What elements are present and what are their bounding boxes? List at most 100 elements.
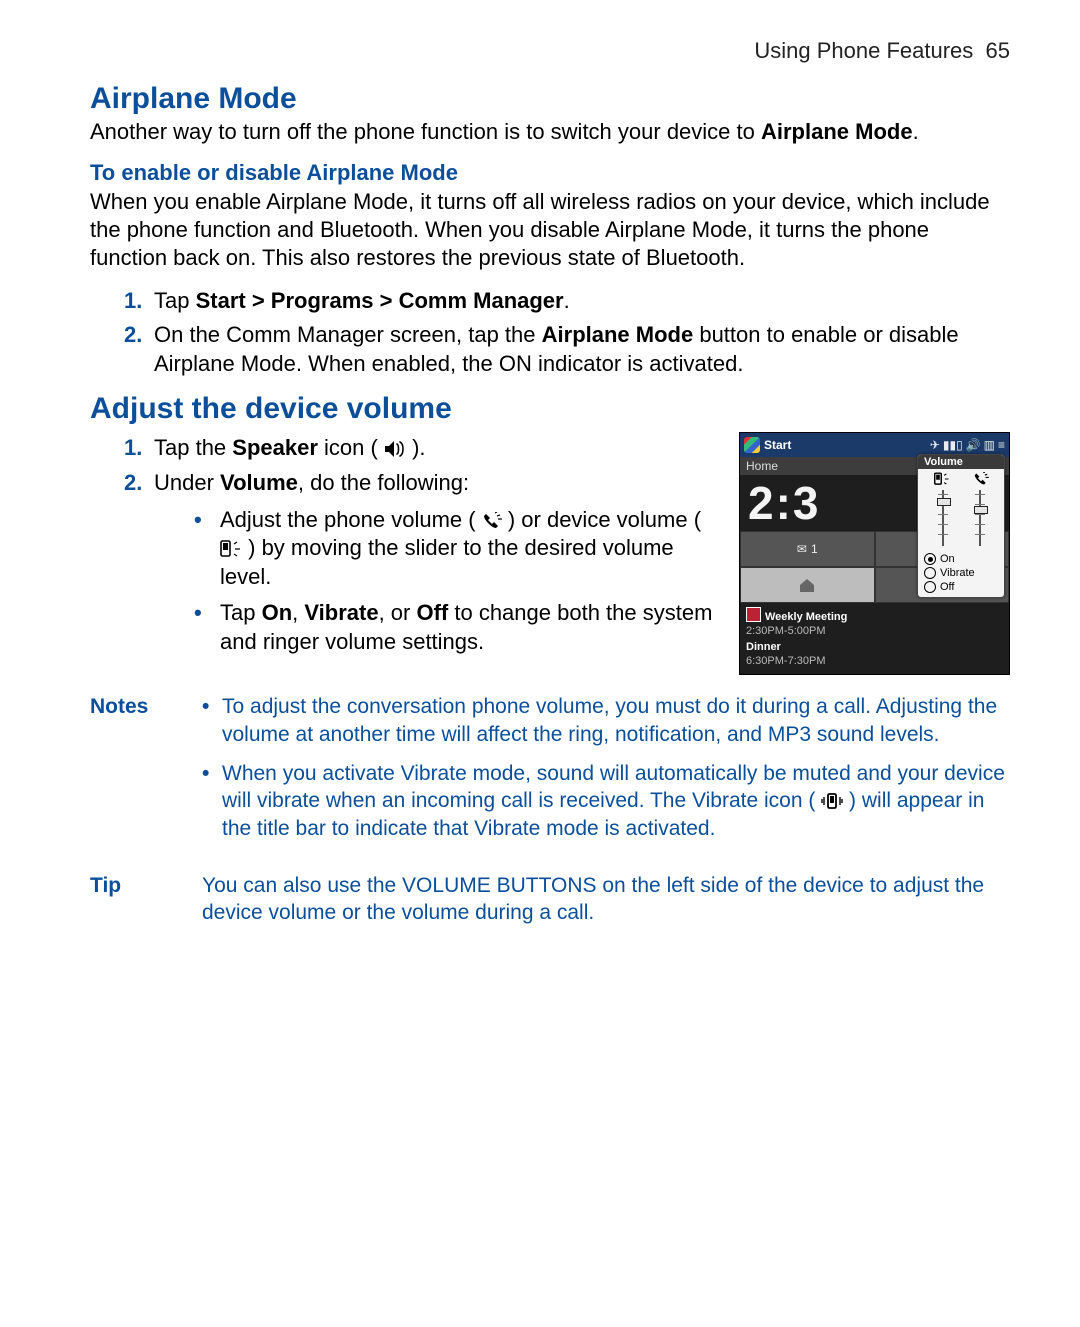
softkey-mail: ✉ 1 xyxy=(740,531,875,567)
popup-device-volume-icon xyxy=(934,472,950,486)
step: 2. On the Comm Manager screen, tap the A… xyxy=(124,321,1010,378)
text-bold: Airplane Mode xyxy=(542,322,694,347)
notes-content: To adjust the conversation phone volume,… xyxy=(202,693,1010,853)
text: , or xyxy=(379,600,417,625)
volume-two-column: 1. Tap the Speaker icon ( ). 2. Under Vo… xyxy=(90,428,1010,675)
text-bold: Start > Programs > Comm Manager xyxy=(196,288,564,313)
subheading-airplane-enable: To enable or disable Airplane Mode xyxy=(90,160,1010,186)
step-number: 2. xyxy=(124,321,142,350)
volume-steps: 1. Tap the Speaker icon ( ). 2. Under Vo… xyxy=(124,434,721,656)
signal-icon: ▮▮▯ xyxy=(943,438,963,452)
battery-icon: ▥ xyxy=(984,438,995,452)
text: ). xyxy=(412,435,425,460)
manual-page: Using Phone Features 65 Airplane Mode An… xyxy=(0,0,1080,1327)
text: On the Comm Manager screen, tap the xyxy=(154,322,542,347)
popup-phone-volume-icon xyxy=(973,472,989,486)
event-title: Weekly Meeting xyxy=(765,611,847,623)
text: Tap the xyxy=(154,435,232,460)
radio-off-icon: ✈ xyxy=(930,438,940,452)
ok-icon: ≡ xyxy=(998,438,1005,452)
running-header: Using Phone Features 65 xyxy=(90,38,1010,64)
text: , do the following: xyxy=(298,470,469,495)
clock-digits: 2:3 xyxy=(740,480,820,526)
radio-icon xyxy=(924,553,936,565)
step-number: 1. xyxy=(124,287,142,316)
titlebar-start-label: Start xyxy=(764,438,791,452)
volume-popup-title: Volume xyxy=(918,455,1004,469)
text-bold: Off xyxy=(416,600,448,625)
event-time: 2:30PM-5:00PM xyxy=(746,625,825,637)
text-bold: Speaker xyxy=(232,435,318,460)
step: 1. Tap Start > Programs > Comm Manager. xyxy=(124,287,1010,316)
tip-block: Tip You can also use the VOLUME BUTTONS … xyxy=(90,872,1010,927)
softkey-home xyxy=(740,567,875,603)
device-volume-icon xyxy=(220,540,242,558)
event-title: Dinner xyxy=(746,641,781,653)
event-time: 6:30PM-7:30PM xyxy=(746,655,825,667)
calendar-icon xyxy=(746,607,761,622)
step-number: 1. xyxy=(124,434,142,463)
phone-volume-icon xyxy=(482,512,502,530)
home-label: Home xyxy=(746,459,778,473)
volume-bullets: Adjust the phone volume ( ) or device vo… xyxy=(194,506,721,657)
notes-block: Notes To adjust the conversation phone v… xyxy=(90,693,1010,853)
text: To adjust the conversation phone volume,… xyxy=(222,695,997,745)
text-bold: Vibrate xyxy=(304,600,378,625)
airplane-intro: Another way to turn off the phone functi… xyxy=(90,118,1010,146)
phone-volume-slider[interactable] xyxy=(973,488,987,548)
home-icon xyxy=(798,577,816,593)
volume-text-column: 1. Tap the Speaker icon ( ). 2. Under Vo… xyxy=(90,428,721,670)
radio-label: On xyxy=(940,553,955,565)
radio-label: Off xyxy=(940,581,954,593)
speaker-icon xyxy=(384,440,406,458)
text: Another way to turn off the phone functi… xyxy=(90,119,761,144)
step: 1. Tap the Speaker icon ( ). xyxy=(124,434,721,463)
text: You can also use the VOLUME BUTTONS on t… xyxy=(202,874,984,924)
note-item: When you activate Vibrate mode, sound wi… xyxy=(202,760,1010,842)
windows-flag-icon xyxy=(744,437,760,453)
step-number: 2. xyxy=(124,469,142,498)
heading-adjust-volume: Adjust the device volume xyxy=(90,392,1010,426)
text: ) or device volume ( xyxy=(508,507,701,532)
bullet: Tap On, Vibrate, or Off to change both t… xyxy=(194,599,721,656)
text: , xyxy=(292,600,304,625)
text: . xyxy=(564,288,570,313)
note-item: To adjust the conversation phone volume,… xyxy=(202,693,1010,748)
page-number: 65 xyxy=(986,38,1010,63)
radio-icon xyxy=(924,567,936,579)
section-name: Using Phone Features xyxy=(754,38,973,63)
volume-radio-vibrate[interactable]: Vibrate xyxy=(918,566,1004,580)
text: Tap xyxy=(154,288,196,313)
bullet: Adjust the phone volume ( ) or device vo… xyxy=(194,506,721,592)
heading-airplane-mode: Airplane Mode xyxy=(90,82,1010,116)
text: icon ( xyxy=(318,435,384,460)
text-bold: Volume xyxy=(220,470,298,495)
tip-content: You can also use the VOLUME BUTTONS on t… xyxy=(202,872,1010,927)
volume-popup: Volume On xyxy=(917,454,1005,598)
calendar-entry: Weekly Meeting 2:30PM-5:00PM xyxy=(746,607,1003,639)
calendar-entry: Dinner 6:30PM-7:30PM xyxy=(746,641,1003,669)
volume-radio-off[interactable]: Off xyxy=(918,580,1004,597)
vibrate-icon xyxy=(821,792,843,810)
device-screenshot: Start ✈ ▮▮▯ 🔊 ▥ ≡ Home /07 2:3 xyxy=(739,432,1010,675)
speaker-titlebar-icon: 🔊 xyxy=(966,438,981,452)
text-bold: Airplane Mode xyxy=(761,119,913,144)
airplane-desc: When you enable Airplane Mode, it turns … xyxy=(90,188,1010,272)
titlebar-system-icons: ✈ ▮▮▯ 🔊 ▥ ≡ xyxy=(930,438,1005,452)
radio-label: Vibrate xyxy=(940,567,975,579)
tip-label: Tip xyxy=(90,872,182,927)
device-volume-slider[interactable] xyxy=(936,488,950,548)
text: Adjust the phone volume ( xyxy=(220,507,482,532)
airplane-steps: 1. Tap Start > Programs > Comm Manager. … xyxy=(124,287,1010,379)
device-calendar: Weekly Meeting 2:30PM-5:00PM Dinner 6:30… xyxy=(740,603,1009,674)
mail-count: 1 xyxy=(811,542,818,556)
notes-label: Notes xyxy=(90,693,182,853)
text: Under xyxy=(154,470,220,495)
radio-icon xyxy=(924,581,936,593)
text: Tap xyxy=(220,600,262,625)
text: . xyxy=(913,119,919,144)
volume-radio-on[interactable]: On xyxy=(918,552,1004,566)
text-bold: On xyxy=(262,600,293,625)
step: 2. Under Volume, do the following: Adjus… xyxy=(124,469,721,657)
text: ) by moving the slider to the desired vo… xyxy=(220,535,674,589)
